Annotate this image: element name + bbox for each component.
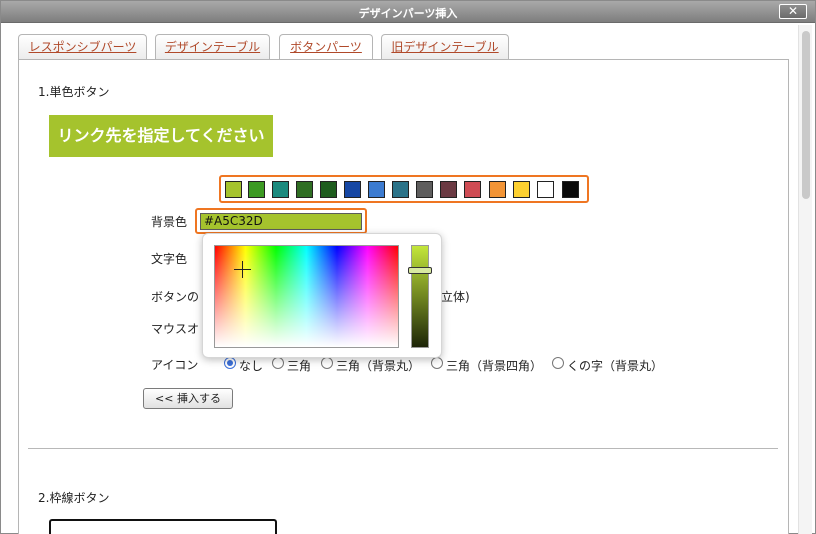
tab-old-design-table[interactable]: 旧デザインテーブル [381,34,509,59]
text-color-label: 文字色 [151,252,188,266]
icon-radio-triangle-circle[interactable] [321,357,333,369]
value-slider-handle[interactable] [408,267,432,274]
window-title: デザインパーツ挿入 [358,7,458,20]
insert-button[interactable]: << 挿入する [143,388,233,409]
color-picker-popup [202,233,442,358]
swatch-8[interactable] [416,181,433,198]
bg-color-input[interactable]: #A5C32D [200,213,362,230]
bg-color-label: 背景色 [151,215,188,229]
swatch-14[interactable] [562,181,579,198]
section-title-single-color: 1.単色ボタン [38,85,110,99]
value-slider[interactable] [411,245,429,348]
button-shape-option-3d: 立体) [441,290,470,304]
icon-radio-chevron-circle[interactable] [552,357,564,369]
bg-color-field-highlight: #A5C32D [195,208,367,234]
swatch-7[interactable] [392,181,409,198]
icon-radio-none[interactable] [224,357,236,369]
button-shape-label: ボタンの [151,290,200,304]
picker-crosshair-vertical[interactable] [242,261,243,278]
button-preview: リンク先を指定してください [49,115,273,157]
swatch-0[interactable] [225,181,242,198]
mouseover-label: マウスオ [151,322,200,336]
swatch-12[interactable] [513,181,530,198]
icon-option-none: なし [239,359,264,373]
section-divider [28,448,778,449]
color-swatch-palette [219,175,589,203]
swatch-4[interactable] [320,181,337,198]
icon-radio-triangle[interactable] [272,357,284,369]
icon-option-chevron-circle: くの字（背景丸） [567,359,664,373]
vertical-scrollbar[interactable] [798,25,812,534]
outline-button-preview [49,519,277,534]
design-parts-dialog: デザインパーツ挿入 ✕ レスポンシブパーツ デザインテーブル ボタンパーツ 旧デ… [0,0,816,534]
swatch-1[interactable] [248,181,265,198]
icon-label: アイコン [151,358,199,372]
scrollbar-thumb[interactable] [802,31,810,199]
swatch-9[interactable] [440,181,457,198]
icon-option-triangle: 三角 [287,359,312,373]
swatch-10[interactable] [464,181,481,198]
tab-responsive-parts[interactable]: レスポンシブパーツ [18,34,147,59]
swatch-11[interactable] [489,181,506,198]
icon-option-triangle-circle: 三角（背景丸） [336,359,421,373]
tab-design-table[interactable]: デザインテーブル [155,34,270,59]
swatch-3[interactable] [296,181,313,198]
icon-option-triangle-square: 三角（背景四角） [446,359,543,373]
icon-radio-triangle-square[interactable] [431,357,443,369]
swatch-13[interactable] [537,181,554,198]
tab-button-parts[interactable]: ボタンパーツ [279,34,373,60]
swatch-2[interactable] [272,181,289,198]
swatch-6[interactable] [368,181,385,198]
close-button[interactable]: ✕ [779,4,807,19]
swatch-5[interactable] [344,181,361,198]
title-bar: デザインパーツ挿入 ✕ [1,1,815,23]
section-title-outline: 2.枠線ボタン [38,491,110,505]
